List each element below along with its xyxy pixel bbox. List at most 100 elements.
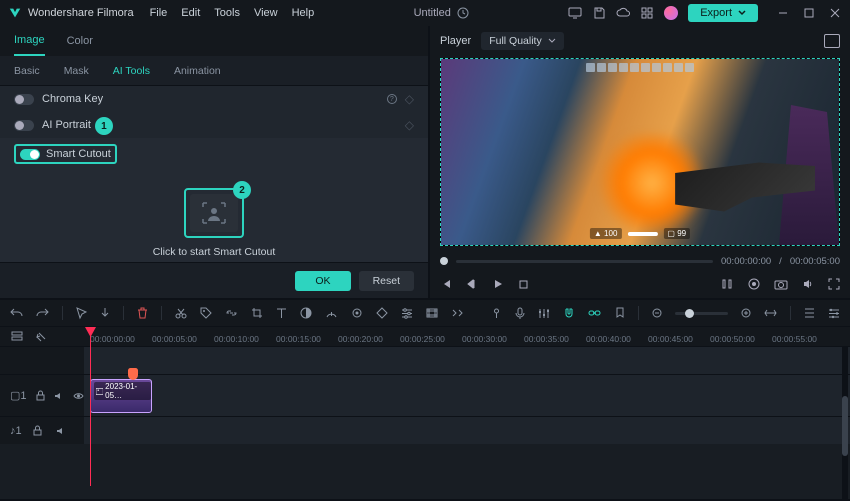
subtab-basic[interactable]: Basic: [14, 65, 40, 77]
toggle-ai-portrait[interactable]: [14, 120, 34, 131]
expand-icon[interactable]: [828, 278, 840, 290]
clip-trim-icon[interactable]: [720, 278, 734, 290]
playhead[interactable]: [90, 327, 91, 486]
track-hide-icon[interactable]: [73, 389, 84, 403]
track-body[interactable]: [84, 417, 850, 444]
settings-icon[interactable]: [828, 306, 840, 320]
speed-icon[interactable]: [325, 306, 338, 320]
menu-view[interactable]: View: [254, 7, 278, 19]
audio-track: ♪1: [0, 416, 850, 444]
track-label: ▢1: [10, 389, 27, 402]
adjust-icon[interactable]: [401, 306, 413, 320]
device-icon[interactable]: [568, 6, 582, 20]
pointer-icon[interactable]: [76, 306, 87, 320]
time-current: 00:00:00:00: [721, 256, 771, 267]
info-icon[interactable]: ?: [387, 94, 397, 104]
split-icon[interactable]: [175, 306, 187, 320]
stop-icon[interactable]: [518, 279, 529, 290]
scrub-handle[interactable]: [128, 368, 138, 380]
minimize-icon[interactable]: [776, 6, 790, 20]
menu-edit[interactable]: Edit: [181, 7, 200, 19]
tab-color[interactable]: Color: [67, 27, 93, 55]
start-smart-cutout-button[interactable]: [190, 194, 238, 232]
seek-bar[interactable]: [456, 260, 713, 263]
text-icon[interactable]: [276, 306, 287, 320]
label-smart-cutout: Smart Cutout: [46, 148, 111, 160]
marker-add-icon[interactable]: [614, 306, 625, 320]
undo-icon[interactable]: [10, 306, 23, 320]
timeline-ruler[interactable]: 00:00:00:00 00:00:05:00 00:00:10:00 00:0…: [0, 326, 850, 346]
arrow-down-icon[interactable]: [100, 306, 111, 320]
effects-icon[interactable]: [351, 306, 363, 320]
track-lock-icon[interactable]: [31, 424, 45, 438]
export-button[interactable]: Export: [688, 4, 758, 22]
zoom-in-icon[interactable]: [741, 306, 752, 320]
app-name: Wondershare Filmora: [28, 7, 134, 19]
tab-image[interactable]: Image: [14, 26, 45, 56]
panel-tabs: Image Color: [0, 26, 428, 56]
grid-icon[interactable]: [640, 6, 654, 20]
zoom-slider[interactable]: [675, 312, 728, 315]
menu-help[interactable]: Help: [292, 7, 315, 19]
ok-button[interactable]: OK: [295, 271, 350, 291]
marker-icon[interactable]: [748, 278, 760, 290]
save-icon[interactable]: [592, 6, 606, 20]
camera-icon[interactable]: [774, 279, 788, 290]
mic-icon[interactable]: [515, 306, 526, 320]
keyframe-icon[interactable]: ◇: [405, 118, 414, 132]
render-icon[interactable]: [426, 306, 438, 320]
subtab-mask[interactable]: Mask: [64, 65, 89, 77]
project-title: Untitled: [414, 7, 451, 19]
maximize-icon[interactable]: [802, 6, 816, 20]
prev-frame-icon[interactable]: [440, 278, 452, 290]
timeline-scrollbar[interactable]: [842, 346, 848, 499]
track-manage-icon[interactable]: [10, 330, 24, 344]
track-filter-icon[interactable]: [34, 330, 48, 344]
play-icon[interactable]: [492, 278, 504, 290]
cloud-icon[interactable]: [616, 6, 630, 20]
account-avatar-icon[interactable]: [664, 6, 678, 20]
step-back-icon[interactable]: [466, 278, 478, 290]
preview-viewport[interactable]: ▲ 100 ▢ 99: [440, 58, 840, 246]
player-panel: Player Full Quality ▲ 100 ▢ 99: [430, 26, 850, 298]
reset-button[interactable]: Reset: [359, 271, 414, 291]
subtab-ai-tools[interactable]: AI Tools: [113, 65, 150, 77]
volume-icon[interactable]: [802, 278, 814, 290]
color-icon[interactable]: [300, 306, 312, 320]
app-logo-icon: [8, 6, 22, 20]
zoom-fit-icon[interactable]: [764, 306, 777, 320]
track-mute-icon[interactable]: [54, 424, 68, 438]
mixer-icon[interactable]: [538, 306, 550, 320]
mark-in-icon[interactable]: [491, 306, 502, 320]
hud-right: ▢ 99: [663, 228, 690, 239]
track-mute-icon[interactable]: [54, 389, 64, 403]
more-icon[interactable]: [451, 306, 465, 320]
toggle-smart-cutout[interactable]: [20, 149, 40, 160]
close-icon[interactable]: [828, 6, 842, 20]
seek-handle[interactable]: [440, 257, 448, 265]
link-icon[interactable]: [225, 306, 238, 320]
toggle-chroma-key[interactable]: [14, 94, 34, 105]
list-icon[interactable]: [804, 306, 815, 320]
menu-file[interactable]: File: [150, 7, 168, 19]
quality-select[interactable]: Full Quality: [481, 32, 564, 50]
tag-icon[interactable]: [200, 306, 212, 320]
track-body[interactable]: 2023-01-05…: [84, 375, 850, 416]
zoom-out-icon[interactable]: [652, 306, 663, 320]
label-chroma-key: Chroma Key: [42, 93, 379, 105]
project-history-icon[interactable]: [457, 7, 469, 19]
redo-icon[interactable]: [36, 306, 49, 320]
keyframe-icon[interactable]: ◇: [405, 92, 414, 106]
subtab-animation[interactable]: Animation: [174, 65, 221, 77]
hud-left: ▲ 100: [590, 228, 622, 239]
menu-tools[interactable]: Tools: [214, 7, 240, 19]
keyframe-tool-icon[interactable]: [376, 306, 388, 320]
delete-icon[interactable]: [137, 306, 148, 320]
timeline-clip[interactable]: 2023-01-05…: [90, 379, 152, 413]
crop-icon[interactable]: [251, 306, 263, 320]
snapshot-icon[interactable]: [824, 34, 840, 48]
link-toggle-icon[interactable]: [588, 306, 601, 320]
track-label: ♪1: [10, 425, 22, 437]
track-lock-icon[interactable]: [36, 389, 45, 403]
magnet-icon[interactable]: [563, 306, 575, 320]
